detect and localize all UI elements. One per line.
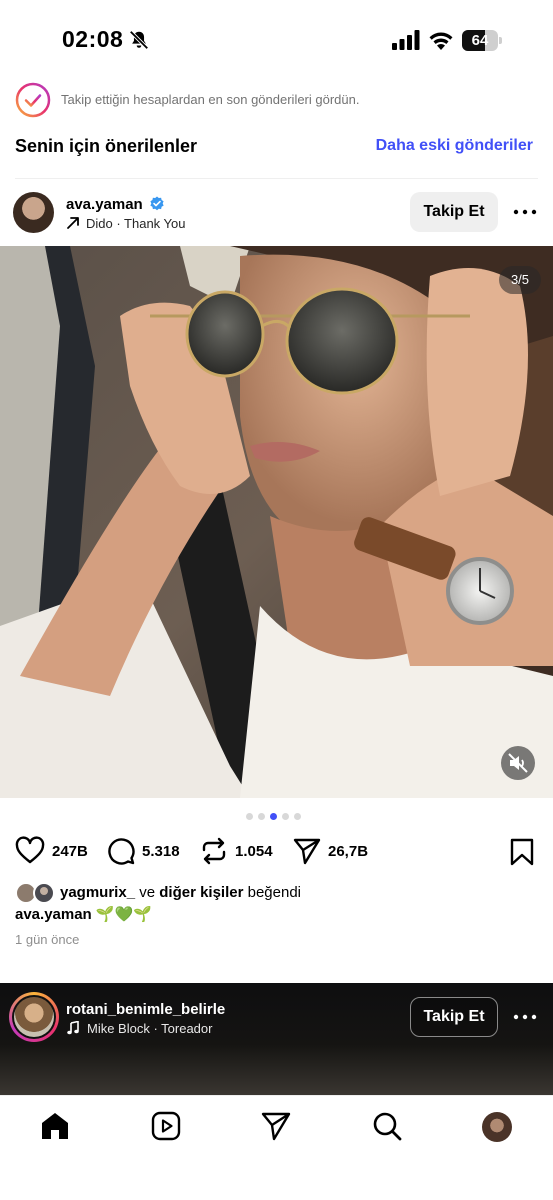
older-posts-link[interactable]: Daha eski gönderiler (376, 137, 533, 155)
post-author-username[interactable]: ava.yaman (66, 196, 143, 213)
battery-indicator: 64 (462, 30, 502, 51)
liker-avatars (15, 882, 55, 904)
cellular-signal-icon (392, 30, 420, 50)
bottom-tab-bar (0, 1095, 553, 1200)
more-options-icon[interactable] (513, 202, 537, 222)
caption-text: 🌱💚🌱 (95, 906, 152, 923)
reel-music-label: Mike Block · Toreador (87, 1021, 213, 1036)
comment-icon[interactable] (106, 836, 136, 866)
next-reel[interactable]: rotani_benimle_belirle Mike Block · Tore… (0, 983, 553, 1095)
caption-username[interactable]: ava.yaman (15, 906, 92, 923)
status-time: 02:08 (62, 26, 124, 52)
repost-icon[interactable] (199, 836, 229, 866)
like-action[interactable]: 247B (15, 834, 95, 868)
carousel-dots (246, 812, 310, 822)
liked-by-connector: ve (139, 884, 156, 901)
speaker-muted-icon (508, 753, 528, 773)
carousel-dot (270, 813, 277, 820)
home-icon[interactable] (39, 1110, 71, 1142)
caught-up-banner: Takip ettiğin hesaplardan en son gönderi… (15, 80, 535, 118)
profile-avatar[interactable] (482, 1112, 512, 1142)
carousel-dot (258, 813, 265, 820)
mute-button[interactable] (501, 746, 535, 780)
caught-up-text: Takip ettiğin hesaplardan en son gönderi… (61, 92, 360, 107)
like-count[interactable]: 247B (52, 843, 88, 860)
status-bar: 02:08 64 (0, 0, 553, 78)
caught-up-check-icon (15, 82, 51, 118)
liked-by-line[interactable]: yagmurix_ ve diğer kişiler beğendi (15, 882, 535, 904)
carousel-dot (294, 813, 301, 820)
follow-button[interactable]: Takip Et (410, 192, 498, 232)
verified-badge-icon (150, 196, 164, 211)
post-music-label: Dido · Thank You (86, 216, 186, 231)
liked-by-text: yagmurix_ ve diğer kişiler beğendi (60, 884, 301, 901)
bookmark-icon[interactable] (509, 838, 535, 866)
music-note-icon (67, 1021, 79, 1035)
search-icon[interactable] (371, 1110, 403, 1142)
suggested-header: Senin için önerilenler Daha eski gönderi… (15, 136, 535, 160)
liked-by-suffix: beğendi (247, 884, 302, 901)
arrow-up-right-icon (67, 217, 79, 229)
post-actions: 247B 5.318 1.054 26,7B (0, 834, 553, 868)
suggested-title: Senin için önerilenler (15, 136, 198, 156)
carousel-counter: 3/5 (499, 266, 541, 294)
post-image (0, 246, 553, 798)
reel-author-username[interactable]: rotani_benimle_belirle (66, 1001, 225, 1018)
reels-icon[interactable] (150, 1110, 182, 1142)
post-author-avatar[interactable] (13, 192, 54, 233)
comment-action[interactable]: 5.318 (106, 834, 191, 868)
post-photo[interactable]: 3/5 (0, 246, 553, 798)
repost-action[interactable]: 1.054 (199, 834, 284, 868)
bell-slash-icon (129, 30, 149, 50)
post-caption: ava.yaman 🌱💚🌱 (15, 905, 152, 923)
share-count[interactable]: 26,7B (328, 843, 368, 860)
direct-icon[interactable] (260, 1110, 292, 1142)
paper-plane-icon[interactable] (292, 836, 322, 866)
heart-icon[interactable] (15, 836, 45, 866)
battery-percentage: 64 (471, 32, 489, 49)
comment-count[interactable]: 5.318 (142, 843, 180, 860)
divider (15, 178, 538, 179)
liked-by-others[interactable]: diğer kişiler (159, 884, 243, 901)
reel-music-line[interactable]: Mike Block · Toreador (66, 1021, 212, 1036)
more-options-icon[interactable] (513, 1007, 537, 1027)
liked-by-user[interactable]: yagmurix_ (60, 884, 135, 901)
post-time: 1 gün önce (15, 932, 80, 947)
carousel-dot (246, 813, 253, 820)
reel-author-avatar[interactable] (9, 992, 59, 1042)
wifi-icon (429, 32, 453, 50)
repost-count[interactable]: 1.054 (235, 843, 273, 860)
reel-follow-button[interactable]: Takip Et (410, 997, 498, 1037)
post-music-line[interactable]: Dido · Thank You (66, 216, 186, 231)
carousel-dot (282, 813, 289, 820)
share-action[interactable]: 26,7B (292, 834, 377, 868)
post-header: ava.yaman Dido · Thank You Takip Et (0, 188, 553, 238)
